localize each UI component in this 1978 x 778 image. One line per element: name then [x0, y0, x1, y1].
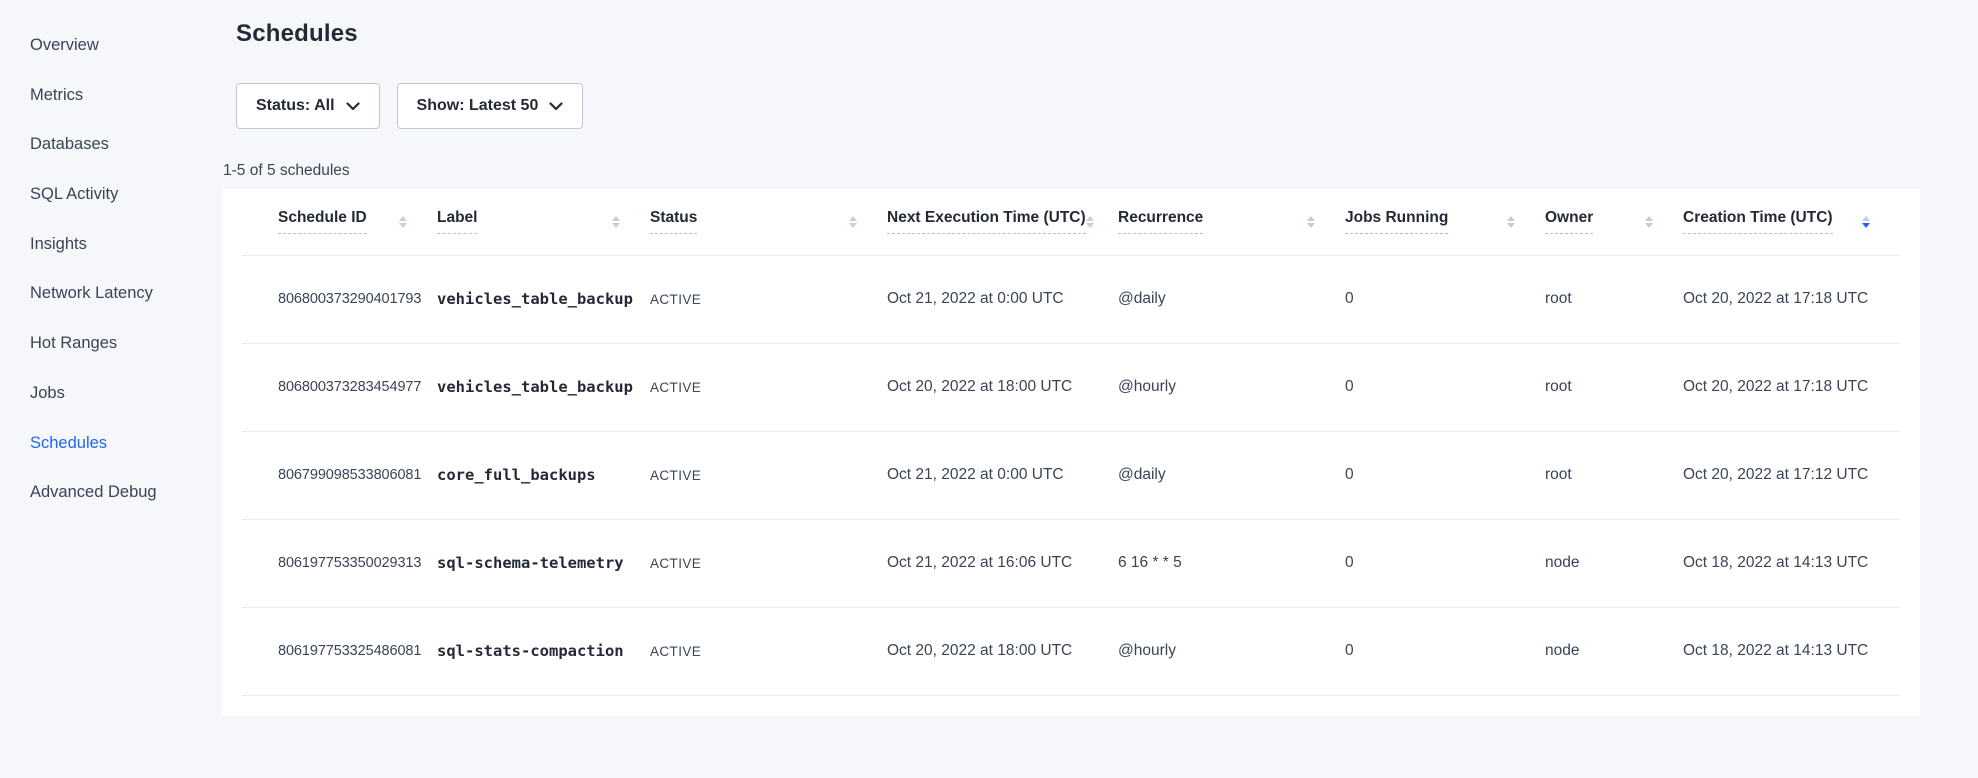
table-row: 806800373283454977 vehicles_table_backup…	[242, 343, 1900, 431]
jobs-running-cell: 0	[1345, 431, 1545, 519]
schedules-table: Schedule ID Label Status Next Execution …	[242, 189, 1900, 696]
status-cell: ACTIVE	[650, 607, 887, 695]
schedule-id-cell: 806197753350029313	[242, 519, 437, 607]
schedule-label-cell: vehicles_table_backup	[437, 255, 650, 343]
creation-time-cell: Oct 20, 2022 at 17:18 UTC	[1683, 255, 1900, 343]
table-row: 806197753325486081 sql-stats-compaction …	[242, 607, 1900, 695]
sort-icon[interactable]	[1507, 216, 1515, 229]
owner-cell: root	[1545, 431, 1683, 519]
status-cell: ACTIVE	[650, 431, 887, 519]
sort-icon[interactable]	[612, 216, 620, 229]
owner-cell: node	[1545, 607, 1683, 695]
sidebar-item-sql-activity[interactable]: SQL Activity	[0, 170, 222, 220]
status-filter-label: Status: All	[256, 97, 335, 115]
next-execution-cell: Oct 20, 2022 at 18:00 UTC	[887, 343, 1118, 431]
sidebar-item-schedules[interactable]: Schedules	[0, 419, 222, 469]
main-content: Schedules Status: All Show: Latest 50 1-…	[222, 0, 1978, 778]
schedules-table-card: Schedule ID Label Status Next Execution …	[222, 189, 1920, 716]
next-execution-cell: Oct 21, 2022 at 0:00 UTC	[887, 255, 1118, 343]
sidebar-item-hot-ranges[interactable]: Hot Ranges	[0, 319, 222, 369]
show-latest-label: Show: Latest 50	[417, 97, 539, 115]
sort-icon[interactable]	[1086, 216, 1094, 229]
recurrence-cell: @daily	[1118, 255, 1345, 343]
schedule-id-cell: 806800373283454977	[242, 343, 437, 431]
owner-cell: node	[1545, 519, 1683, 607]
jobs-running-cell: 0	[1345, 607, 1545, 695]
next-execution-cell: Oct 21, 2022 at 16:06 UTC	[887, 519, 1118, 607]
sidebar-item-databases[interactable]: Databases	[0, 120, 222, 170]
column-header-creation-time[interactable]: Creation Time (UTC)	[1683, 189, 1900, 255]
schedule-id-cell: 806799098533806081	[242, 431, 437, 519]
sort-icon[interactable]	[849, 216, 857, 229]
sort-icon[interactable]	[399, 216, 407, 229]
recurrence-cell: @daily	[1118, 431, 1345, 519]
schedule-label-cell: sql-schema-telemetry	[437, 519, 650, 607]
table-row: 806799098533806081 core_full_backups ACT…	[242, 431, 1900, 519]
sidebar-nav: Overview Metrics Databases SQL Activity …	[0, 0, 222, 778]
status-cell: ACTIVE	[650, 255, 887, 343]
show-latest-dropdown[interactable]: Show: Latest 50	[397, 83, 584, 129]
column-header-label[interactable]: Label	[437, 189, 650, 255]
results-count: 1-5 of 5 schedules	[223, 161, 1978, 181]
column-header-next-execution-time[interactable]: Next Execution Time (UTC)	[887, 189, 1118, 255]
column-header-recurrence[interactable]: Recurrence	[1118, 189, 1345, 255]
filter-bar: Status: All Show: Latest 50	[236, 83, 1978, 129]
next-execution-cell: Oct 21, 2022 at 0:00 UTC	[887, 431, 1118, 519]
status-cell: ACTIVE	[650, 519, 887, 607]
table-header-row: Schedule ID Label Status Next Execution …	[242, 189, 1900, 255]
sidebar-item-metrics[interactable]: Metrics	[0, 71, 222, 121]
sort-icon[interactable]	[1862, 216, 1870, 229]
schedule-id-cell: 806800373290401793	[242, 255, 437, 343]
next-execution-cell: Oct 20, 2022 at 18:00 UTC	[887, 607, 1118, 695]
schedule-label-cell: core_full_backups	[437, 431, 650, 519]
page-title: Schedules	[236, 20, 1978, 48]
app-layout: Overview Metrics Databases SQL Activity …	[0, 0, 1978, 778]
column-header-schedule-id[interactable]: Schedule ID	[242, 189, 437, 255]
recurrence-cell: 6 16 * * 5	[1118, 519, 1345, 607]
recurrence-cell: @hourly	[1118, 343, 1345, 431]
column-header-owner[interactable]: Owner	[1545, 189, 1683, 255]
sort-icon[interactable]	[1645, 216, 1653, 229]
schedule-id-cell: 806197753325486081	[242, 607, 437, 695]
sidebar-item-network-latency[interactable]: Network Latency	[0, 269, 222, 319]
jobs-running-cell: 0	[1345, 519, 1545, 607]
table-row: 806800373290401793 vehicles_table_backup…	[242, 255, 1900, 343]
owner-cell: root	[1545, 343, 1683, 431]
creation-time-cell: Oct 20, 2022 at 17:12 UTC	[1683, 431, 1900, 519]
status-cell: ACTIVE	[650, 343, 887, 431]
jobs-running-cell: 0	[1345, 255, 1545, 343]
column-header-status[interactable]: Status	[650, 189, 887, 255]
sort-icon[interactable]	[1307, 216, 1315, 229]
chevron-down-icon	[346, 102, 360, 111]
schedule-label-cell: vehicles_table_backup	[437, 343, 650, 431]
creation-time-cell: Oct 18, 2022 at 14:13 UTC	[1683, 607, 1900, 695]
creation-time-cell: Oct 18, 2022 at 14:13 UTC	[1683, 519, 1900, 607]
sidebar-item-advanced-debug[interactable]: Advanced Debug	[0, 468, 222, 518]
recurrence-cell: @hourly	[1118, 607, 1345, 695]
sidebar-item-insights[interactable]: Insights	[0, 220, 222, 270]
creation-time-cell: Oct 20, 2022 at 17:18 UTC	[1683, 343, 1900, 431]
status-filter-dropdown[interactable]: Status: All	[236, 83, 380, 129]
owner-cell: root	[1545, 255, 1683, 343]
table-row: 806197753350029313 sql-schema-telemetry …	[242, 519, 1900, 607]
schedule-label-cell: sql-stats-compaction	[437, 607, 650, 695]
column-header-jobs-running[interactable]: Jobs Running	[1345, 189, 1545, 255]
sidebar-item-jobs[interactable]: Jobs	[0, 369, 222, 419]
chevron-down-icon	[549, 102, 563, 111]
sidebar-item-overview[interactable]: Overview	[0, 21, 222, 71]
jobs-running-cell: 0	[1345, 343, 1545, 431]
